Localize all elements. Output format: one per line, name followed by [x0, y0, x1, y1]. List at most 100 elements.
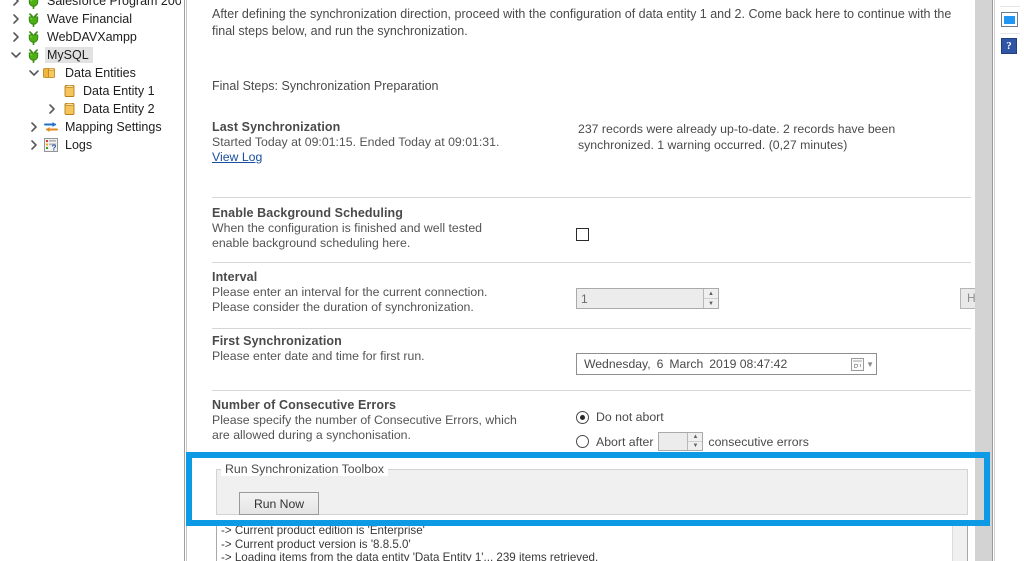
application-window: Salesforce Program 2000 Wave Financial Web… — [0, 0, 1024, 561]
datetime-dropdown-button[interactable]: ▼ — [851, 357, 874, 371]
tree-item-label: Wave Financial — [47, 12, 132, 26]
plug-icon — [24, 29, 42, 45]
divider-3 — [212, 328, 971, 329]
tree-item-logs[interactable]: ? Logs — [26, 136, 96, 154]
tree-item-label: WebDAVXampp — [47, 30, 137, 44]
interval-value[interactable]: 1 — [577, 289, 703, 308]
last-sync-result-line-2: synchronized. 1 warning occurred. (0,27 … — [578, 138, 848, 152]
strip-divider — [1000, 6, 1020, 7]
log-line: -> Current product edition is 'Enterpris… — [221, 524, 425, 537]
stepper-down-icon[interactable]: ▼ — [688, 442, 702, 450]
folder-stack-icon — [42, 65, 60, 81]
divider-2 — [212, 262, 971, 263]
log-line: -> Current product version is '8.8.5.0' — [221, 537, 411, 551]
interval-title: Interval — [212, 270, 258, 284]
abort-stepper-buttons[interactable]: ▲ ▼ — [687, 433, 703, 450]
radio-do-not-abort[interactable]: Do not abort — [576, 410, 809, 424]
svg-text:?: ? — [52, 143, 57, 152]
chevron-down-icon[interactable] — [8, 49, 24, 61]
last-sync-result-line-1: 237 records were already up-to-date. 2 r… — [578, 122, 896, 136]
tree-item-webdavxampp[interactable]: WebDAVXampp — [8, 28, 141, 46]
logs-icon: ? — [42, 137, 60, 153]
tree-item-data-entity-2[interactable]: Data Entity 2 — [44, 100, 159, 118]
plug-icon — [24, 47, 42, 63]
tree-item-wave-financial[interactable]: Wave Financial — [8, 10, 136, 28]
radio-do-not-abort-label: Do not abort — [596, 410, 664, 424]
scrollbar-thumb[interactable] — [975, 0, 992, 561]
abort-count-value[interactable] — [659, 433, 687, 450]
tree-item-data-entity-1[interactable]: Data Entity 1 — [44, 82, 159, 100]
panel-divider — [181, 0, 193, 561]
chevron-right-icon[interactable] — [8, 13, 24, 25]
final-steps-heading: Final Steps: Synchronization Preparation — [212, 79, 439, 93]
plug-icon — [24, 11, 42, 27]
view-log-link[interactable]: View Log — [212, 150, 262, 164]
tree-item-label: Logs — [65, 138, 93, 152]
background-scheduling-desc-1: When the configuration is finished and w… — [212, 221, 483, 235]
synchronization-settings-panel: After defining the synchronization direc… — [193, 0, 975, 561]
abort-suffix-label: consecutive errors — [708, 434, 809, 449]
strip-divider — [1000, 33, 1020, 34]
interval-value-stepper[interactable]: 1 ▲ ▼ — [576, 288, 719, 309]
radio-indicator[interactable] — [576, 435, 589, 448]
section-background-scheduling: Enable Background Scheduling When the co… — [212, 206, 971, 251]
background-scheduling-checkbox[interactable] — [576, 228, 589, 244]
datetime-month[interactable]: March — [666, 354, 706, 374]
help-button[interactable]: ? — [1001, 38, 1018, 55]
datetime-weekday[interactable]: Wednesday, — [581, 354, 654, 374]
tree-item-label: MySQL — [45, 47, 93, 63]
calendar-icon[interactable] — [851, 357, 865, 371]
last-sync-result: 237 records were already up-to-date. 2 r… — [578, 121, 895, 153]
toolbox-legend: Run Synchronization Toolbox — [221, 462, 389, 476]
log-line: -> Loading items from the data entity 'D… — [221, 551, 599, 561]
tree-item-label: Mapping Settings — [65, 120, 162, 134]
consecutive-errors-options[interactable]: Do not abort Abort after ▲ ▼ consecutive… — [576, 410, 809, 451]
intro-text: After defining the synchronization direc… — [212, 7, 952, 38]
tree-item-label: Salesforce Program 2000 — [47, 0, 181, 8]
tree-item-data-entities[interactable]: Data Entities — [26, 64, 140, 82]
plug-icon — [24, 0, 42, 9]
radio-abort-after[interactable]: Abort after ▲ ▼ consecutive errors — [576, 432, 809, 451]
tree-item-mysql[interactable]: MySQL — [8, 46, 93, 64]
interval-stepper-buttons[interactable]: ▲ ▼ — [703, 289, 718, 308]
main-vertical-scrollbar[interactable] — [975, 0, 992, 561]
help-icon: ? — [1001, 38, 1017, 54]
connection-tree-panel[interactable]: Salesforce Program 2000 Wave Financial Web… — [0, 0, 181, 561]
entity-icon — [60, 101, 78, 117]
datetime-segments[interactable]: Wednesday, 6 March 2019 08:47:42 — [581, 354, 790, 374]
chevron-right-icon[interactable] — [44, 103, 60, 115]
interval-unit-value: Hour — [967, 291, 975, 305]
stepper-down-icon[interactable]: ▼ — [704, 299, 718, 308]
chevron-down-icon[interactable] — [26, 67, 42, 79]
background-scheduling-desc-2: enable background scheduling here. — [212, 236, 411, 250]
chevron-right-icon[interactable] — [26, 121, 42, 133]
window-toggle-button[interactable] — [1001, 12, 1018, 29]
tree-item-salesforce-program-2000[interactable]: Salesforce Program 2000 — [8, 0, 181, 10]
chevron-right-icon[interactable] — [8, 31, 24, 43]
run-now-button[interactable]: Run Now — [239, 492, 319, 515]
radio-abort-after-label: Abort after — [596, 434, 654, 449]
first-sync-datetime-picker[interactable]: Wednesday, 6 March 2019 08:47:42 ▼ — [576, 353, 877, 375]
log-scrollbar[interactable] — [952, 522, 967, 561]
chevron-right-icon[interactable] — [8, 0, 24, 7]
datetime-day[interactable]: 6 — [654, 354, 667, 374]
right-tool-strip: ? — [995, 0, 1024, 561]
mapping-arrows-icon — [42, 119, 60, 135]
divider-4 — [212, 390, 971, 391]
panel-edge — [992, 0, 993, 561]
first-sync-title: First Synchronization — [212, 334, 342, 348]
chevron-right-icon[interactable] — [26, 139, 42, 151]
stepper-up-icon[interactable]: ▲ — [704, 289, 718, 299]
tree-item-label: Data Entity 1 — [83, 84, 155, 98]
log-output[interactable]: -> Current product edition is 'Enterpris… — [216, 521, 968, 561]
radio-indicator[interactable] — [576, 410, 589, 424]
tree-item-label: Data Entities — [65, 66, 136, 80]
checkbox-box[interactable] — [576, 228, 589, 241]
datetime-year-time[interactable]: 2019 08:47:42 — [706, 354, 790, 374]
entity-icon — [60, 83, 78, 99]
tree-item-mapping-settings[interactable]: Mapping Settings — [26, 118, 166, 136]
chevron-down-icon[interactable]: ▼ — [866, 360, 874, 369]
interval-unit-select[interactable]: Hour ▼ — [960, 288, 975, 309]
abort-count-stepper[interactable]: ▲ ▼ — [658, 432, 704, 451]
stepper-up-icon[interactable]: ▲ — [688, 433, 703, 442]
